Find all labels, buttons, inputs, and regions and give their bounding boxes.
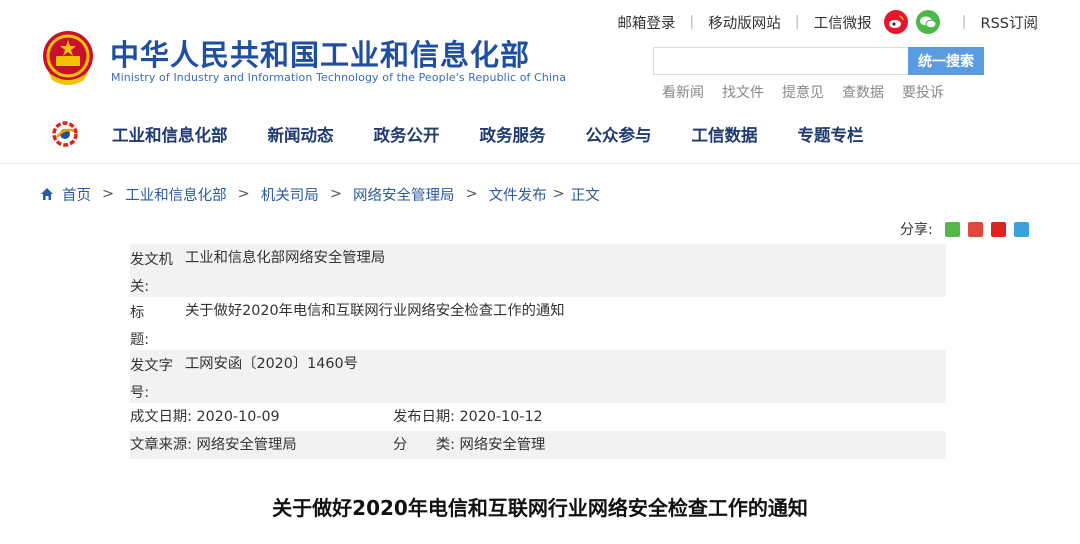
nav-item-services[interactable]: 政务服务 [480,122,546,146]
divider: | [689,14,695,30]
share-label: 分享: [900,222,933,238]
miit-logo-icon[interactable] [52,121,78,147]
meta-row-document-number: 发文字号: 工网安函〔2020〕1460号 [130,350,946,403]
national-emblem-icon [43,31,93,85]
meta-value: 工业和信息化部网络安全管理局 [185,250,386,266]
document-metadata: 发文机关: 工业和信息化部网络安全管理局 标 题: 关于做好2020年电信和互联… [130,244,946,459]
nav-item-open-government[interactable]: 政务公开 [374,122,440,146]
nav-item-news[interactable]: 新闻动态 [268,122,334,146]
mobile-site-link[interactable]: 移动版网站 [708,12,781,33]
quick-link-feedback[interactable]: 提意见 [782,82,824,102]
quick-link-complaint[interactable]: 要投诉 [902,82,944,102]
site-title[interactable]: 中华人民共和国工业和信息化部 [110,32,530,74]
share-bar: 分享: [900,219,1037,239]
meta-row-title: 标 题: 关于做好2020年电信和互联网行业网络安全检查工作的通知 [130,297,946,350]
nav-item-data[interactable]: 工信数据 [692,122,758,146]
quick-link-news[interactable]: 看新闻 [662,82,704,102]
meta-label: 发文机关: [130,252,173,295]
nav-item-miit[interactable]: 工业和信息化部 [112,122,228,146]
meta-row-issuer: 发文机关: 工业和信息化部网络安全管理局 [130,244,946,297]
breadcrumb-separator: > [329,186,342,202]
meta-row-dates: 成文日期: 2020-10-09 发布日期: 2020-10-12 [130,403,946,431]
breadcrumb-separator: > [552,186,565,202]
breadcrumb-current: 正文 [570,187,600,204]
search-input[interactable] [653,47,908,75]
breadcrumb-departments[interactable]: 机关司局 [261,184,319,205]
search-bar: 统一搜索 [653,47,984,75]
breadcrumb-miit[interactable]: 工业和信息化部 [125,184,227,205]
divider: | [794,14,800,30]
quick-link-data[interactable]: 查数据 [842,82,884,102]
meta-row-source: 文章来源: 网络安全管理局 分 类: 网络安全管理 [130,431,946,459]
divider: | [961,14,967,30]
breadcrumb: 首页 > 工业和信息化部 > 机关司局 > 网络安全管理局 > 文件发布 > 正… [40,184,600,204]
gongxin-weibao-link[interactable]: 工信微报 [814,12,872,33]
quick-links: 看新闻 找文件 提意见 查数据 要投诉 [662,82,962,102]
breadcrumb-separator: > [102,186,115,202]
rss-link[interactable]: RSS订阅 [981,12,1038,33]
site-subtitle: Ministry of Industry and Information Tec… [111,71,567,84]
mail-login-link[interactable]: 邮箱登录 [617,12,675,33]
top-links: 邮箱登录 | 移动版网站 | 工信微报 | RSS订阅 [617,6,1038,38]
wechat-icon[interactable] [915,10,940,34]
meta-value: 关于做好2020年电信和互联网行业网络安全检查工作的通知 [185,303,565,319]
document-title: 关于做好2020年电信和互联网行业网络安全检查工作的通知 [272,496,808,520]
quick-link-documents[interactable]: 找文件 [722,82,764,102]
breadcrumb-home[interactable]: 首页 [62,184,91,205]
article-source: 文章来源: 网络安全管理局 [130,437,297,453]
breadcrumb-documents[interactable]: 文件发布 [489,184,547,205]
social-icons [883,10,948,34]
breadcrumb-cybersecurity-bureau[interactable]: 网络安全管理局 [353,184,455,205]
pdf-icon[interactable] [990,221,1006,237]
meta-value: 工网安函〔2020〕1460号 [185,356,358,372]
breadcrumb-separator: > [465,186,478,202]
search-button[interactable]: 统一搜索 [908,47,984,75]
share-weibo-icon[interactable] [967,221,983,237]
main-nav: 工业和信息化部 新闻动态 政务公开 政务服务 公众参与 工信数据 专题专栏 [52,120,904,148]
nav-item-special-topics[interactable]: 专题专栏 [798,122,864,146]
breadcrumb-separator: > [237,186,250,202]
meta-label: 标 题: [130,305,173,348]
nav-item-public-participation[interactable]: 公众参与 [586,122,652,146]
site-header: 中华人民共和国工业和信息化部 Ministry of Industry and … [0,0,1080,164]
share-qq-icon[interactable] [1013,221,1029,237]
weibo-icon[interactable] [883,10,908,34]
category: 分 类: 网络安全管理 [393,437,546,453]
share-wechat-icon[interactable] [944,221,960,237]
home-icon [41,188,53,200]
written-date: 成文日期: 2020-10-09 [130,409,280,425]
publish-date: 发布日期: 2020-10-12 [393,409,543,425]
meta-label: 发文字号: [130,358,173,401]
